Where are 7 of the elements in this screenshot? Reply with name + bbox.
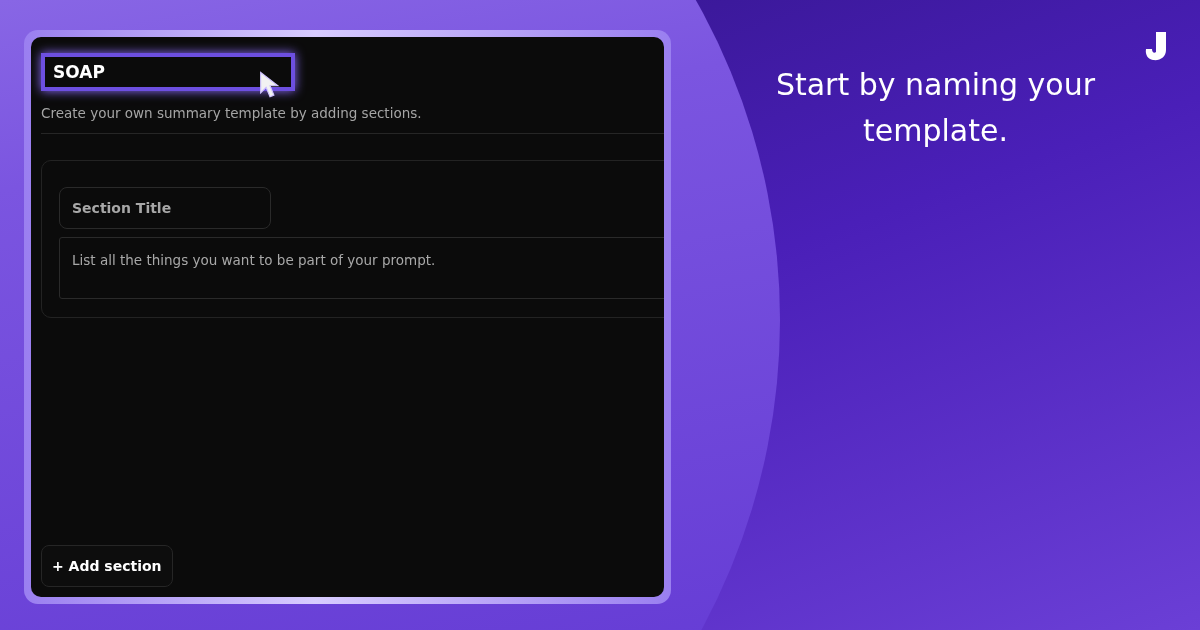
description-text: Create your own summary template by adding sections. [41,104,422,123]
section-title-field[interactable]: Section Title [59,187,271,230]
add-section-button[interactable]: + Add section [41,545,173,587]
cursor-icon [259,71,281,99]
prompt-field[interactable]: List all the things you want to be part of your prompt. [59,237,664,300]
caption-text: Start by naming your template. [774,66,1097,150]
template-name-field[interactable]: SOAP [41,53,295,91]
